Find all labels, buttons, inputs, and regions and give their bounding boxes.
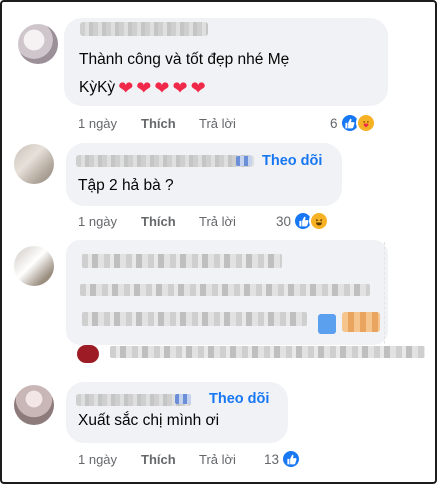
heart-emoji: ❤ <box>154 78 170 98</box>
reaction-count: 13 <box>264 451 280 467</box>
redacted-avatar <box>77 345 99 363</box>
like-button[interactable]: Thích <box>141 214 176 229</box>
heart-emoji: ❤ <box>190 78 206 98</box>
badge-redacted <box>175 394 191 404</box>
like-button[interactable]: Thích <box>141 116 176 131</box>
comment-timestamp[interactable]: 1 ngày <box>78 116 117 131</box>
comment-text: Tập 2 hả bà ? <box>78 177 174 194</box>
comment-text: KỳKỳ <box>79 79 116 96</box>
heart-emoji: ❤ <box>136 78 152 98</box>
redacted-reaction <box>318 314 336 334</box>
heart-emoji: ❤ <box>172 78 188 98</box>
like-button[interactable]: Thích <box>141 452 176 467</box>
commenter-name-redacted[interactable] <box>76 394 191 406</box>
heart-emoji: ❤ <box>118 78 134 98</box>
reply-button[interactable]: Trả lời <box>199 116 236 131</box>
follow-button[interactable]: Theo dõi <box>262 153 322 169</box>
haha-icon <box>309 211 330 231</box>
redacted-reaction <box>342 312 380 332</box>
comment-timestamp[interactable]: 1 ngày <box>78 214 117 229</box>
commenter-name-redacted[interactable] <box>80 22 208 36</box>
reaction-summary[interactable]: 30 <box>276 211 330 231</box>
comment-text: Xuất sắc chị mình ơi <box>78 412 220 429</box>
comment-text: Thành công và tốt đẹp nhé Mẹ <box>79 51 290 68</box>
comment-timestamp[interactable]: 1 ngày <box>78 452 117 467</box>
care-icon <box>355 113 376 133</box>
reply-button[interactable]: Trả lời <box>199 214 236 229</box>
badge-redacted <box>236 156 252 166</box>
like-icon <box>281 449 302 469</box>
redacted-content <box>80 284 370 296</box>
avatar[interactable] <box>14 144 54 184</box>
redacted-content <box>82 254 282 268</box>
reaction-summary[interactable]: 13 <box>264 449 302 469</box>
commenter-name-redacted[interactable] <box>76 155 254 167</box>
reaction-count: 6 <box>330 115 338 131</box>
comment-text-line2: KỳKỳ ❤ ❤ ❤ ❤ ❤ <box>79 77 206 99</box>
avatar[interactable] <box>18 24 58 64</box>
reaction-count: 30 <box>276 213 292 229</box>
reaction-summary[interactable]: 6 <box>330 113 376 133</box>
redacted-content <box>82 312 307 326</box>
avatar[interactable] <box>14 246 54 286</box>
avatar[interactable] <box>14 385 54 425</box>
follow-button[interactable]: Theo dõi <box>209 391 269 407</box>
redacted-reply-preview[interactable] <box>110 346 425 358</box>
reply-button[interactable]: Trả lời <box>199 452 236 467</box>
redaction-edge <box>384 242 385 344</box>
